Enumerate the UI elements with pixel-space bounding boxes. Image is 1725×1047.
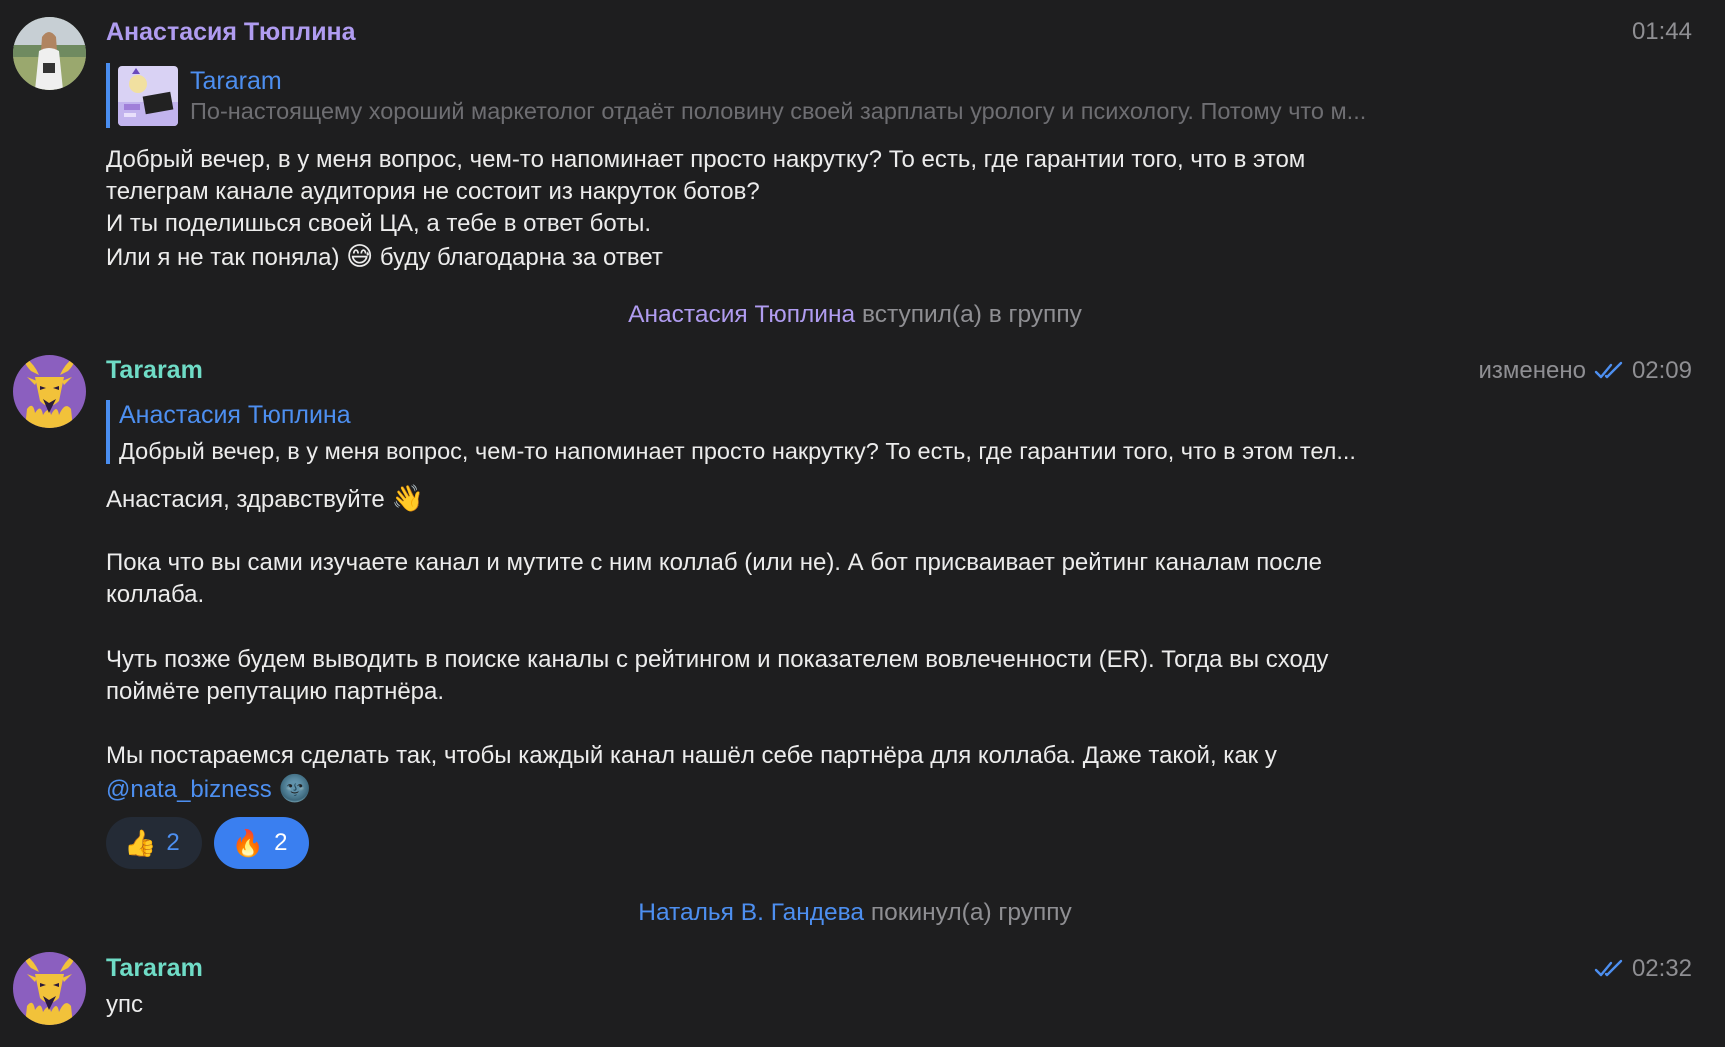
goat-logo-icon [13, 355, 86, 428]
channel-thumbnail-icon [118, 65, 178, 126]
reaction-count: 2 [274, 829, 288, 856]
waving-hand-emoji-icon: 👋 [391, 483, 424, 513]
text-line: @nata_bizness 🌚 [106, 772, 1586, 806]
message-time: изменено 02:09 [1478, 356, 1692, 386]
time-label: 01:44 [1631, 18, 1692, 45]
sender-name[interactable]: Tararam [106, 953, 203, 983]
text-line: Или я не так поняла) 😅 буду благодарна з… [106, 240, 1586, 274]
message-time: 02:32 [1594, 954, 1692, 984]
text-line: Мы постараемся сделать так, чтобы каждый… [106, 742, 1277, 769]
service-message: Анастасия Тюплина вступил(а) в группу [0, 300, 1710, 330]
time-label: 02:32 [1631, 955, 1692, 982]
goat-logo-icon [13, 952, 86, 1025]
message-time: 01:44 [1632, 17, 1692, 47]
new-moon-face-emoji-icon: 🌚 [278, 773, 311, 803]
sender-name[interactable]: Tararam [106, 355, 203, 385]
text-line: телеграм канале аудитория не состоит из … [106, 178, 760, 205]
text-line: Чуть позже будем выводить в поиске канал… [106, 646, 1329, 673]
text-line: И ты поделишься своей ЦА, а тебе в ответ… [106, 210, 652, 237]
service-user-name[interactable]: Анастасия Тюплина [628, 301, 855, 328]
reply-sender: Tararam [190, 66, 282, 95]
reply-quote[interactable]: Tararam По-настоящему хороший маркетолог… [106, 63, 1366, 128]
text-line: коллаба. [106, 581, 205, 608]
message-text: Добрый вечер, в у меня вопрос, чем-то на… [106, 144, 1586, 274]
service-user-name[interactable]: Наталья В. Гандева [638, 899, 864, 926]
avatar[interactable] [13, 952, 86, 1025]
text-line: Добрый вечер, в у меня вопрос, чем-то на… [106, 146, 1306, 173]
double-check-icon [1594, 959, 1623, 977]
reaction-fire[interactable]: 🔥 2 [213, 817, 310, 869]
channel-thumbnail [118, 65, 178, 126]
time-label: 02:09 [1631, 357, 1692, 384]
message-text: Анастасия, здравствуйте 👋 [106, 482, 1586, 516]
edited-label: изменено [1478, 357, 1586, 384]
message-paragraph: Чуть позже будем выводить в поиске канал… [106, 644, 1586, 708]
text-fragment: Или я не так поняла) [106, 244, 340, 271]
sender-name[interactable]: Анастасия Тюплина [106, 17, 356, 47]
text-line: Пока что вы сами изучаете канал и мутите… [106, 549, 1322, 576]
avatar[interactable] [13, 17, 86, 90]
text-fragment: буду благодарна за ответ [379, 244, 663, 271]
reaction-thumbs-up[interactable]: 👍 2 [106, 817, 202, 869]
mention-link[interactable]: @nata_bizness [106, 776, 272, 803]
fire-emoji-icon: 🔥 [231, 827, 265, 858]
thumbs-up-emoji-icon: 👍 [124, 827, 157, 858]
double-check-icon [1594, 361, 1623, 379]
reply-sender: Анастасия Тюплина [119, 401, 351, 429]
chat-history: Анастасия Тюплина 01:44 Tararam По-насто… [0, 0, 1725, 1047]
service-action: покинул(а) группу [870, 899, 1072, 926]
avatar[interactable] [13, 355, 86, 428]
service-message: Наталья В. Гандева покинул(а) группу [0, 898, 1710, 928]
text-line: поймёте репутацию партнёра. [106, 678, 445, 705]
message-paragraph: Мы постараемся сделать так, чтобы каждый… [106, 740, 1586, 806]
reply-text: Добрый вечер, в у меня вопрос, чем-то на… [119, 438, 1356, 464]
reaction-count: 2 [166, 829, 180, 856]
text-line: Анастасия, здравствуйте 👋 [106, 482, 1586, 516]
reply-text: По-настоящему хороший маркетолог отдаёт … [190, 97, 1367, 124]
service-action: вступил(а) в группу [861, 301, 1082, 328]
greeting-text: Анастасия, здравствуйте [106, 486, 385, 513]
user-photo-icon [13, 17, 86, 90]
reactions-bar: 👍 2 🔥 2 [106, 817, 310, 869]
grinning-sweat-emoji-icon: 😅 [346, 241, 374, 271]
message-text: упс [106, 989, 1586, 1021]
text-line: упс [106, 991, 143, 1018]
reply-quote[interactable]: Анастасия Тюплина Добрый вечер, в у меня… [106, 400, 1356, 464]
message-paragraph: Пока что вы сами изучаете канал и мутите… [106, 547, 1586, 611]
